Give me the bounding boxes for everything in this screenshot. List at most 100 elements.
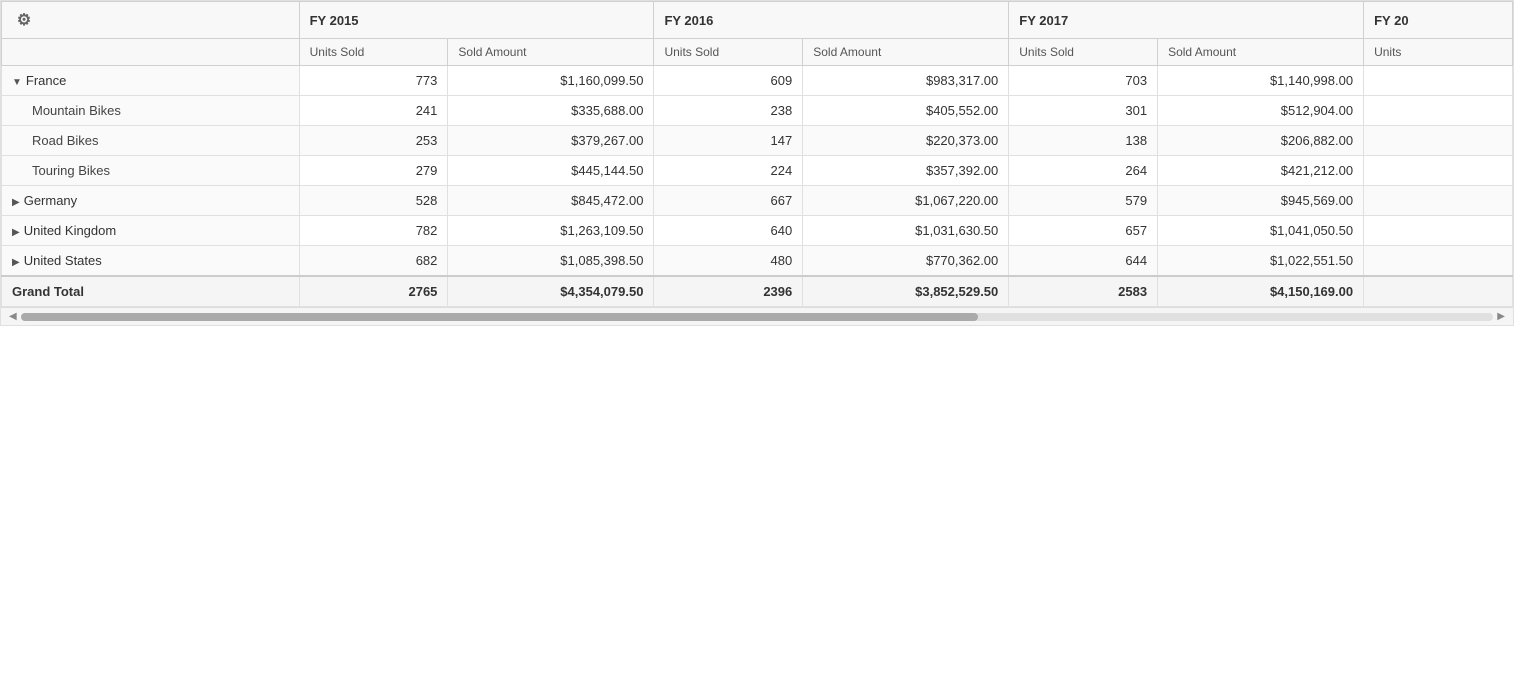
uk-fy2018-partial [1364, 216, 1513, 246]
grand-total-fy2016-amount: $3,852,529.50 [803, 276, 1009, 307]
united-kingdom-label[interactable]: ▶United Kingdom [2, 216, 300, 246]
germany-fy2016-units: 667 [654, 186, 803, 216]
france-fy2018-units-partial [1364, 66, 1513, 96]
grand-total-row: Grand Total 2765 $4,354,079.50 2396 $3,8… [2, 276, 1513, 307]
mountain-bikes-fy2015-amount: $335,688.00 [448, 96, 654, 126]
horizontal-scrollbar[interactable]: ◀ ▶ [1, 307, 1513, 325]
scroll-right-arrow[interactable]: ▶ [1493, 309, 1509, 324]
fy2017-header: FY 2017 [1009, 2, 1364, 39]
germany-fy2016-amount: $1,067,220.00 [803, 186, 1009, 216]
pivot-table: ⚙ FY 2015 FY 2016 FY 2017 FY 20 Units So… [1, 1, 1513, 307]
road-bikes-fy2018-partial [1364, 126, 1513, 156]
germany-fy2015-units: 528 [299, 186, 448, 216]
france-fy2015-amount: $1,160,099.50 [448, 66, 654, 96]
us-expand-arrow[interactable]: ▶ [12, 257, 20, 268]
road-bikes-row: Road Bikes 253 $379,267.00 147 $220,373.… [2, 126, 1513, 156]
road-bikes-fy2017-units: 138 [1009, 126, 1158, 156]
germany-fy2015-amount: $845,472.00 [448, 186, 654, 216]
road-bikes-label: Road Bikes [2, 126, 300, 156]
germany-row: ▶Germany 528 $845,472.00 667 $1,067,220.… [2, 186, 1513, 216]
fy2015-amount-header: Sold Amount [448, 39, 654, 66]
pivot-table-container: ⚙ FY 2015 FY 2016 FY 2017 FY 20 Units So… [0, 0, 1514, 326]
france-fy2015-units: 773 [299, 66, 448, 96]
us-fy2017-amount: $1,022,551.50 [1158, 246, 1364, 277]
uk-fy2016-amount: $1,031,630.50 [803, 216, 1009, 246]
grand-total-fy2017-amount: $4,150,169.00 [1158, 276, 1364, 307]
grand-total-fy2017-units: 2583 [1009, 276, 1158, 307]
united-states-row: ▶United States 682 $1,085,398.50 480 $77… [2, 246, 1513, 277]
touring-bikes-fy2017-amount: $421,212.00 [1158, 156, 1364, 186]
fy2017-units-header: Units Sold [1009, 39, 1158, 66]
united-kingdom-row: ▶United Kingdom 782 $1,263,109.50 640 $1… [2, 216, 1513, 246]
france-fy2016-units: 609 [654, 66, 803, 96]
road-bikes-fy2017-amount: $206,882.00 [1158, 126, 1364, 156]
label-col-header [2, 39, 300, 66]
france-fy2017-units: 703 [1009, 66, 1158, 96]
germany-fy2017-units: 579 [1009, 186, 1158, 216]
col-header-row: Units Sold Sold Amount Units Sold Sold A… [2, 39, 1513, 66]
year-header-row: ⚙ FY 2015 FY 2016 FY 2017 FY 20 [2, 2, 1513, 39]
mountain-bikes-label: Mountain Bikes [2, 96, 300, 126]
uk-fy2017-amount: $1,041,050.50 [1158, 216, 1364, 246]
mountain-bikes-fy2016-amount: $405,552.00 [803, 96, 1009, 126]
scroll-left-arrow[interactable]: ◀ [5, 309, 21, 324]
uk-expand-arrow[interactable]: ▶ [12, 227, 20, 238]
us-fy2016-amount: $770,362.00 [803, 246, 1009, 277]
fy2015-units-header: Units Sold [299, 39, 448, 66]
us-fy2015-units: 682 [299, 246, 448, 277]
grand-total-fy2018-partial [1364, 276, 1513, 307]
fy2015-header: FY 2015 [299, 2, 654, 39]
touring-bikes-fy2016-amount: $357,392.00 [803, 156, 1009, 186]
mountain-bikes-fy2016-units: 238 [654, 96, 803, 126]
touring-bikes-fy2015-amount: $445,144.50 [448, 156, 654, 186]
touring-bikes-label: Touring Bikes [2, 156, 300, 186]
gear-icon[interactable]: ⚙ [12, 8, 36, 32]
uk-fy2015-units: 782 [299, 216, 448, 246]
touring-bikes-fy2018-partial [1364, 156, 1513, 186]
france-label[interactable]: ▼France [2, 66, 300, 96]
fy2016-units-header: Units Sold [654, 39, 803, 66]
grand-total-fy2016-units: 2396 [654, 276, 803, 307]
fy2016-header: FY 2016 [654, 2, 1009, 39]
fy2016-amount-header: Sold Amount [803, 39, 1009, 66]
us-fy2017-units: 644 [1009, 246, 1158, 277]
uk-fy2016-units: 640 [654, 216, 803, 246]
france-row: ▼France 773 $1,160,099.50 609 $983,317.0… [2, 66, 1513, 96]
touring-bikes-fy2016-units: 224 [654, 156, 803, 186]
mountain-bikes-fy2015-units: 241 [299, 96, 448, 126]
mountain-bikes-fy2017-amount: $512,904.00 [1158, 96, 1364, 126]
mountain-bikes-fy2017-units: 301 [1009, 96, 1158, 126]
mountain-bikes-fy2018-partial [1364, 96, 1513, 126]
germany-label[interactable]: ▶Germany [2, 186, 300, 216]
road-bikes-fy2016-units: 147 [654, 126, 803, 156]
us-fy2016-units: 480 [654, 246, 803, 277]
touring-bikes-fy2015-units: 279 [299, 156, 448, 186]
grand-total-fy2015-units: 2765 [299, 276, 448, 307]
touring-bikes-fy2017-units: 264 [1009, 156, 1158, 186]
us-fy2018-partial [1364, 246, 1513, 277]
mountain-bikes-row: Mountain Bikes 241 $335,688.00 238 $405,… [2, 96, 1513, 126]
scrollbar-track[interactable] [21, 313, 1494, 321]
road-bikes-fy2015-units: 253 [299, 126, 448, 156]
grand-total-label: Grand Total [2, 276, 300, 307]
us-fy2015-amount: $1,085,398.50 [448, 246, 654, 277]
france-fy2016-amount: $983,317.00 [803, 66, 1009, 96]
france-fy2017-amount: $1,140,998.00 [1158, 66, 1364, 96]
fy2018-header-partial: FY 20 [1364, 2, 1513, 39]
road-bikes-fy2016-amount: $220,373.00 [803, 126, 1009, 156]
touring-bikes-row: Touring Bikes 279 $445,144.50 224 $357,3… [2, 156, 1513, 186]
grand-total-fy2015-amount: $4,354,079.50 [448, 276, 654, 307]
fy2017-amount-header: Sold Amount [1158, 39, 1364, 66]
uk-fy2015-amount: $1,263,109.50 [448, 216, 654, 246]
united-states-label[interactable]: ▶United States [2, 246, 300, 277]
germany-fy2017-amount: $945,569.00 [1158, 186, 1364, 216]
germany-fy2018-partial [1364, 186, 1513, 216]
road-bikes-fy2015-amount: $379,267.00 [448, 126, 654, 156]
france-expand-arrow[interactable]: ▼ [12, 77, 22, 88]
uk-fy2017-units: 657 [1009, 216, 1158, 246]
scrollbar-thumb[interactable] [21, 313, 978, 321]
scroll-wrapper[interactable]: ⚙ FY 2015 FY 2016 FY 2017 FY 20 Units So… [1, 1, 1513, 307]
corner-cell: ⚙ [2, 2, 300, 39]
germany-expand-arrow[interactable]: ▶ [12, 197, 20, 208]
fy2018-units-header-partial: Units [1364, 39, 1513, 66]
